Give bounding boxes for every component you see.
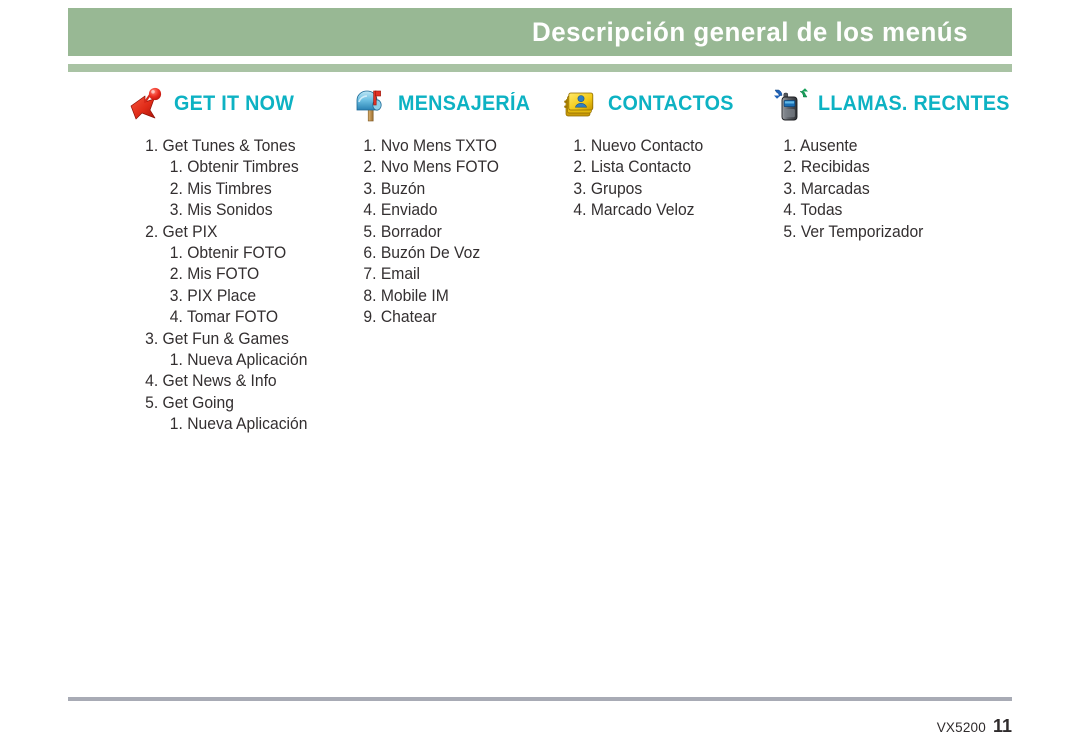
column-header-label: LLAMAS. RECNTES xyxy=(818,92,1010,115)
menu-item[interactable]: 3. Get Fun & Games xyxy=(128,329,332,350)
column-header-contactos: CONTACTOS xyxy=(562,84,767,124)
menu-item[interactable]: 2. Recibidas xyxy=(772,157,1010,178)
page-number: 11 xyxy=(992,716,1012,736)
mobile-phone-calls-icon xyxy=(772,86,810,122)
menu-item[interactable]: 8. Mobile IM xyxy=(352,286,547,307)
menu-item[interactable]: 5. Borrador xyxy=(352,222,547,243)
menu-list-contactos: 1. Nuevo Contacto 2. Lista Contacto 3. G… xyxy=(562,136,767,222)
menu-item[interactable]: 9. Chatear xyxy=(352,307,547,328)
device-model-label: VX5200 xyxy=(936,720,986,735)
menu-item[interactable]: 1. Nueva Aplicación xyxy=(128,350,332,371)
menu-item[interactable]: 3. Marcadas xyxy=(772,179,1010,200)
menu-column-get-it-now: GET IT NOW 1. Get Tunes & Tones 1. Obten… xyxy=(128,84,343,436)
column-header-llamas-recntes: LLAMAS. RECNTES xyxy=(772,84,1022,124)
menu-item[interactable]: 1. Obtenir Timbres xyxy=(128,157,332,178)
menu-item[interactable]: 2. Nvo Mens FOTO xyxy=(352,157,547,178)
menu-column-mensajeria: MENSAJERÍA 1. Nvo Mens TXTO 2. Nvo Mens … xyxy=(352,84,557,329)
menu-item[interactable]: 1. Nueva Aplicación xyxy=(128,414,332,435)
menu-item[interactable]: 4. Enviado xyxy=(352,200,547,221)
menu-item[interactable]: 3. Grupos xyxy=(562,179,757,200)
header-underline-rule xyxy=(68,64,1012,72)
menu-item[interactable]: 2. Mis Timbres xyxy=(128,179,332,200)
menu-item[interactable]: 3. Buzón xyxy=(352,179,547,200)
footer-meta: VX5200 11 xyxy=(937,716,1012,737)
column-header-label: MENSAJERÍA xyxy=(398,92,531,115)
column-header-label: GET IT NOW xyxy=(174,92,295,115)
menu-item[interactable]: 6. Buzón De Voz xyxy=(352,243,547,264)
address-book-icon xyxy=(562,86,600,122)
menu-item[interactable]: 5. Ver Temporizador xyxy=(772,222,1010,243)
page-header-band: Descripción general de los menús xyxy=(68,8,1012,56)
menu-item[interactable]: 4. Get News & Info xyxy=(128,371,332,392)
menu-item[interactable]: 3. PIX Place xyxy=(128,286,332,307)
menu-item[interactable]: 1. Nuevo Contacto xyxy=(562,136,757,157)
page-title: Descripción general de los menús xyxy=(531,16,968,47)
red-arrow-ball-icon xyxy=(128,86,166,122)
mailbox-icon xyxy=(352,86,390,122)
menu-column-llamas-recntes: LLAMAS. RECNTES 1. Ausente 2. Recibidas … xyxy=(772,84,1022,243)
menu-item[interactable]: 2. Lista Contacto xyxy=(562,157,757,178)
column-header-get-it-now: GET IT NOW xyxy=(128,84,343,124)
menu-item[interactable]: 1. Get Tunes & Tones xyxy=(128,136,332,157)
menu-item[interactable]: 5. Get Going xyxy=(128,393,332,414)
menu-item[interactable]: 1. Nvo Mens TXTO xyxy=(352,136,547,157)
menu-item[interactable]: 4. Tomar FOTO xyxy=(128,307,332,328)
menu-item[interactable]: 1. Obtenir FOTO xyxy=(128,243,332,264)
menu-list-llamas-recntes: 1. Ausente 2. Recibidas 3. Marcadas 4. T… xyxy=(772,136,1022,243)
menu-item[interactable]: 3. Mis Sonidos xyxy=(128,200,332,221)
footer-rule xyxy=(68,697,1012,701)
menu-item[interactable]: 1. Ausente xyxy=(772,136,1010,157)
column-header-label: CONTACTOS xyxy=(608,92,734,115)
menu-item[interactable]: 4. Todas xyxy=(772,200,1010,221)
menu-list-get-it-now: 1. Get Tunes & Tones 1. Obtenir Timbres … xyxy=(128,136,343,436)
menu-list-mensajeria: 1. Nvo Mens TXTO 2. Nvo Mens FOTO 3. Buz… xyxy=(352,136,557,329)
menu-item[interactable]: 2. Get PIX xyxy=(128,222,332,243)
menu-item[interactable]: 7. Email xyxy=(352,264,547,285)
menu-column-contactos: CONTACTOS 1. Nuevo Contacto 2. Lista Con… xyxy=(562,84,767,222)
menu-item[interactable]: 2. Mis FOTO xyxy=(128,264,332,285)
menu-item[interactable]: 4. Marcado Veloz xyxy=(562,200,757,221)
menu-columns: GET IT NOW 1. Get Tunes & Tones 1. Obten… xyxy=(0,84,1080,644)
column-header-mensajeria: MENSAJERÍA xyxy=(352,84,557,124)
